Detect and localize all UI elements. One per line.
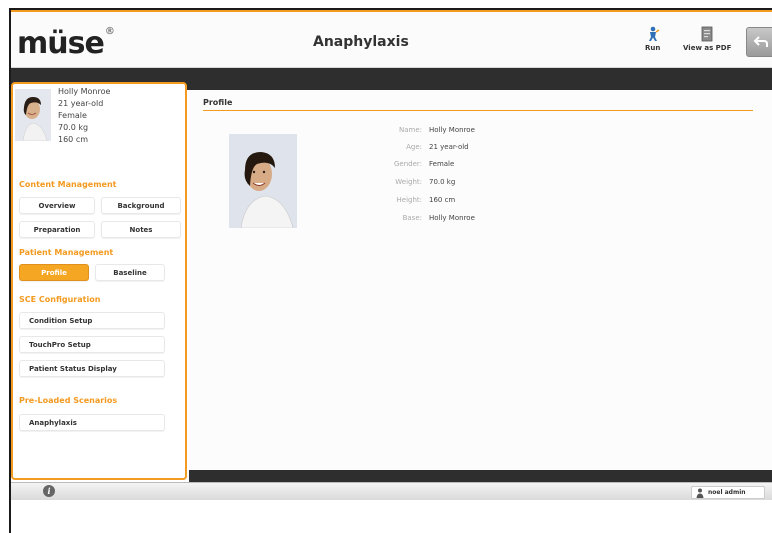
patient-name: Holly Monroe <box>58 87 111 96</box>
profile-divider <box>203 110 753 111</box>
detail-row-name: Name: Holly Monroe <box>398 126 475 134</box>
patient-status-display-button[interactable]: Patient Status Display <box>19 360 165 377</box>
run-button[interactable]: Run <box>645 26 660 52</box>
profile-button[interactable]: Profile <box>19 264 89 281</box>
content-management-title: Content Management <box>19 180 117 189</box>
patient-photo <box>229 134 297 228</box>
app-header: müse® Anaphylaxis Run View as PDF <box>11 10 772 68</box>
detail-row-weight: Weight: 70.0 kg <box>395 178 456 186</box>
pdf-label: View as PDF <box>683 44 732 52</box>
status-bar: i noel admin <box>11 482 772 500</box>
patient-age: 21 year-old <box>58 99 104 108</box>
anaphylaxis-scenario-button[interactable]: Anaphylaxis <box>19 414 165 431</box>
run-label: Run <box>645 44 661 52</box>
detail-row-gender: Gender: Female <box>393 160 455 168</box>
touchpro-setup-button[interactable]: TouchPro Setup <box>19 336 165 353</box>
preparation-button[interactable]: Preparation <box>19 221 95 238</box>
run-person-icon <box>648 26 660 41</box>
bottom-dark-band <box>189 470 772 482</box>
detail-row-height: Height: 160 cm <box>396 196 456 204</box>
patient-management-title: Patient Management <box>19 248 114 257</box>
detail-row-age: Age: 21 year-old <box>406 143 469 151</box>
page-title: Anaphylaxis <box>313 34 409 50</box>
back-button[interactable] <box>746 27 772 57</box>
view-as-pdf-button[interactable]: View as PDF <box>683 26 731 52</box>
overview-button[interactable]: Overview <box>19 197 95 214</box>
user-menu[interactable]: noel admin <box>691 486 765 499</box>
sidebar: Holly Monroe 21 year-old Female 70.0 kg … <box>11 82 187 480</box>
background-button[interactable]: Background <box>101 197 181 214</box>
profile-tab-label: Profile <box>203 98 233 107</box>
sce-configuration-title: SCE Configuration <box>19 295 101 304</box>
info-icon[interactable]: i <box>43 485 55 497</box>
condition-setup-button[interactable]: Condition Setup <box>19 312 165 329</box>
patient-summary: Holly Monroe 21 year-old Female 70.0 kg … <box>58 86 110 146</box>
user-icon <box>696 488 704 498</box>
notes-button[interactable]: Notes <box>101 221 181 238</box>
main-content: Profile Name: Holly Monroe Age: 21 year-… <box>189 90 772 470</box>
patient-gender: Female <box>58 111 87 120</box>
user-name: noel admin <box>708 489 746 496</box>
baseline-button[interactable]: Baseline <box>95 264 165 281</box>
preloaded-scenarios-title: Pre-Loaded Scenarios <box>19 396 118 405</box>
detail-row-base: Base: Holly Monroe <box>402 214 475 222</box>
patient-weight: 70.0 kg <box>58 123 89 132</box>
muse-logo: müse® <box>17 26 115 61</box>
back-arrow-icon <box>753 36 768 47</box>
patient-thumbnail <box>15 89 51 141</box>
patient-height: 160 cm <box>58 135 89 144</box>
pdf-document-icon <box>701 26 713 42</box>
